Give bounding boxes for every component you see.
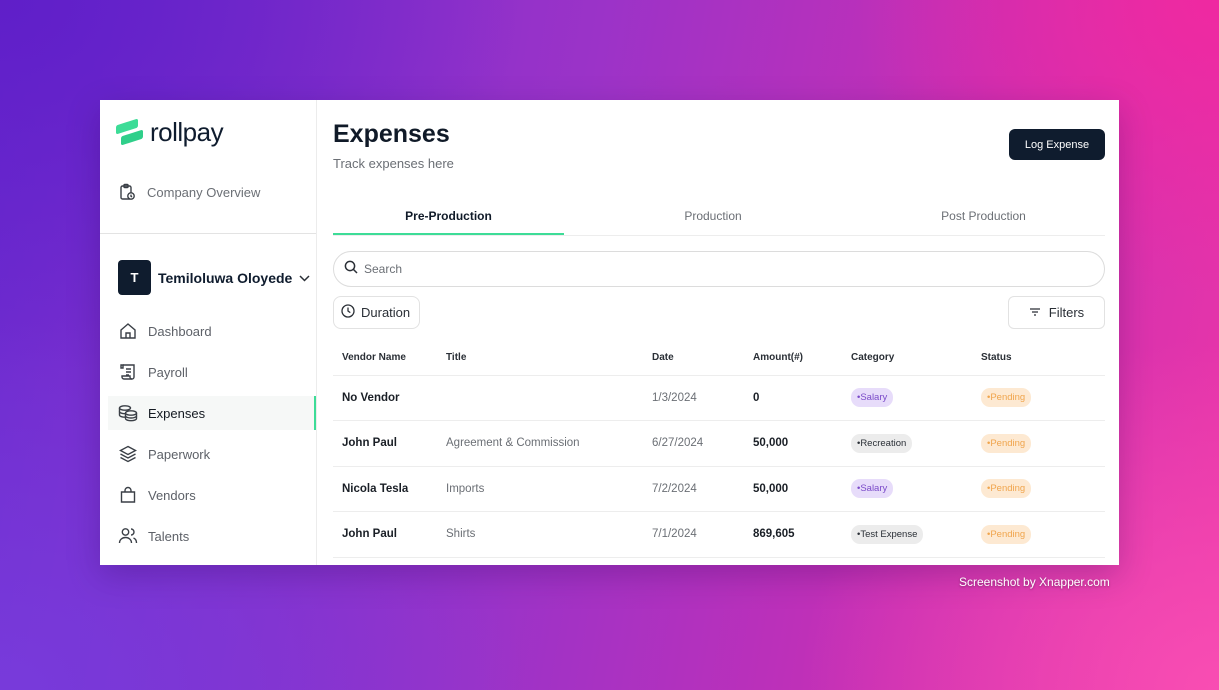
amount-cell: 50,000 xyxy=(753,420,851,467)
app-window: rollpay Company Overview T Temiloluwa Ol… xyxy=(100,100,1119,565)
sidebar-item-expenses[interactable]: Expenses xyxy=(108,396,316,430)
category-badge: •Test Expense xyxy=(851,524,924,544)
expenses-table: Vendor Name Title Date Amount(#) Categor… xyxy=(333,340,1105,558)
page-subtitle: Track expenses here xyxy=(333,156,454,171)
vendor-cell: No Vendor xyxy=(333,375,446,421)
table-row[interactable]: John Paul Agreement & Commission 6/27/20… xyxy=(333,420,1105,467)
table-row[interactable]: John Paul Shirts 7/1/2024 869,605 •Test … xyxy=(333,511,1105,558)
status-cell: •Pending xyxy=(981,511,1105,558)
sidebar-item-vendors[interactable]: Vendors xyxy=(100,478,316,512)
column-header[interactable]: Amount(#) xyxy=(753,340,851,376)
status-cell: •Pending xyxy=(981,375,1105,421)
page-title: Expenses xyxy=(333,120,450,148)
tab-post-production[interactable]: Post Production xyxy=(862,203,1105,235)
duration-filter-button[interactable]: Duration xyxy=(333,296,420,329)
vendor-cell: Nicola Tesla xyxy=(333,466,446,512)
status-cell: •Pending xyxy=(981,420,1105,467)
home-icon xyxy=(118,321,138,341)
table-header-row: Vendor Name Title Date Amount(#) Categor… xyxy=(333,340,1105,376)
category-cell: •Salary xyxy=(851,466,981,512)
sidebar-item-label: Payroll xyxy=(148,364,188,380)
amount-cell: 869,605 xyxy=(753,511,851,558)
duration-label: Duration xyxy=(361,305,411,320)
users-icon xyxy=(118,526,138,546)
sidebar-item-dashboard[interactable]: Dashboard xyxy=(100,314,316,348)
search-input[interactable] xyxy=(364,262,964,276)
search-bar[interactable] xyxy=(333,251,1105,287)
category-cell: •Test Expense xyxy=(851,511,981,558)
title-cell: Shirts xyxy=(446,511,652,558)
title-cell: Imports xyxy=(446,466,652,512)
status-badge: •Pending xyxy=(981,388,1032,408)
company-overview-label: Company Overview xyxy=(147,184,261,200)
title-cell: Agreement & Commission xyxy=(446,420,652,467)
vendor-cell: John Paul xyxy=(333,420,446,467)
column-header[interactable]: Vendor Name xyxy=(333,340,446,376)
amount-cell: 50,000 xyxy=(753,466,851,512)
brand-name: rollpay xyxy=(150,117,224,147)
date-cell: 6/27/2024 xyxy=(652,420,753,467)
table-row[interactable]: Nicola Tesla Imports 7/2/2024 50,000 •Sa… xyxy=(333,466,1105,512)
sidebar-item-label: Dashboard xyxy=(148,323,212,339)
status-badge: •Pending xyxy=(981,524,1032,544)
company-overview-link[interactable]: Company Overview xyxy=(117,182,260,202)
amount-cell: 0 xyxy=(753,375,851,421)
date-cell: 1/3/2024 xyxy=(652,375,753,421)
title-cell xyxy=(446,375,652,421)
sidebar-item-label: Vendors xyxy=(148,487,196,503)
sidebar-item-talents[interactable]: Talents xyxy=(100,519,316,553)
column-header[interactable]: Status xyxy=(981,340,1105,376)
logo[interactable]: rollpay xyxy=(115,117,224,148)
watermark: Screenshot by Xnapper.com xyxy=(959,575,1110,589)
scroll-icon xyxy=(118,362,138,382)
status-badge: •Pending xyxy=(981,479,1032,499)
user-switcher[interactable]: T Temiloluwa Oloyede xyxy=(118,260,310,295)
category-badge: •Salary xyxy=(851,479,894,499)
category-cell: •Recreation xyxy=(851,420,981,467)
column-header[interactable]: Date xyxy=(652,340,753,376)
sidebar-divider xyxy=(100,233,316,234)
clipboard-clock-icon xyxy=(117,182,137,202)
main-content: Expenses Track expenses here Log Expense… xyxy=(317,100,1119,565)
sidebar-nav: Dashboard Payroll Expenses Paperwork Ven… xyxy=(100,314,316,560)
chevron-down-icon xyxy=(299,269,310,287)
date-cell: 7/2/2024 xyxy=(652,466,753,512)
rollpay-logo-icon xyxy=(115,117,145,147)
search-icon xyxy=(344,260,358,279)
filters-label: Filters xyxy=(1048,305,1085,320)
sidebar-item-label: Talents xyxy=(148,528,190,544)
vendor-cell: John Paul xyxy=(333,511,446,558)
status-cell: •Pending xyxy=(981,466,1105,512)
log-expense-button[interactable]: Log Expense xyxy=(1009,129,1105,160)
date-cell: 7/1/2024 xyxy=(652,511,753,558)
status-badge: •Pending xyxy=(981,433,1032,453)
tab-production[interactable]: Production xyxy=(564,203,862,235)
category-cell: •Salary xyxy=(851,375,981,421)
sidebar-item-label: Expenses xyxy=(148,405,206,421)
shopping-bag-icon xyxy=(118,485,138,505)
table-row[interactable]: No Vendor 1/3/2024 0 •Salary •Pending xyxy=(333,375,1105,421)
sidebar: rollpay Company Overview T Temiloluwa Ol… xyxy=(100,100,317,565)
category-badge: •Recreation xyxy=(851,433,913,453)
sidebar-item-payroll[interactable]: Payroll xyxy=(100,355,316,389)
category-badge: •Salary xyxy=(851,388,894,408)
tab-bar: Pre-Production Production Post Productio… xyxy=(333,203,1105,236)
sidebar-item-paperwork[interactable]: Paperwork xyxy=(100,437,316,471)
avatar: T xyxy=(118,260,151,295)
coins-icon xyxy=(118,403,138,423)
sidebar-item-label: Paperwork xyxy=(148,446,211,462)
clock-icon xyxy=(341,304,355,321)
column-header[interactable]: Category xyxy=(851,340,981,376)
user-name: Temiloluwa Oloyede xyxy=(158,269,293,286)
column-header[interactable]: Title xyxy=(446,340,652,376)
filters-button[interactable]: Filters xyxy=(1008,296,1105,329)
tab-pre-production[interactable]: Pre-Production xyxy=(333,203,564,235)
layers-icon xyxy=(118,444,138,464)
filter-lines-icon xyxy=(1029,305,1041,320)
